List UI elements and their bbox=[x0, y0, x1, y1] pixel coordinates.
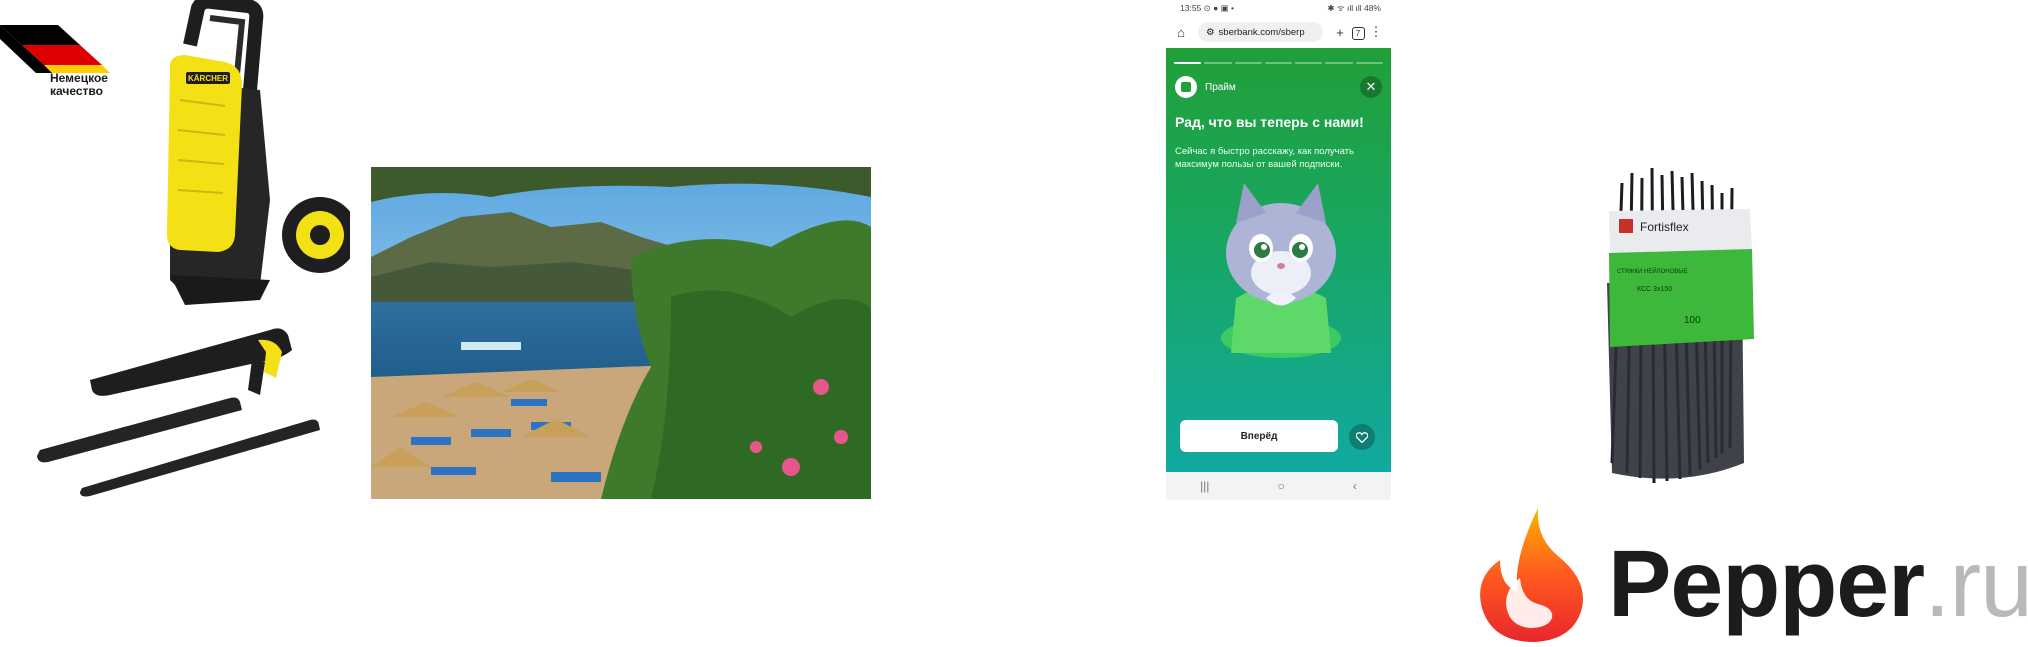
story-subtitle: Сейчас я быстро расскажу, как получать м… bbox=[1175, 146, 1354, 170]
pepper-flame-logo bbox=[1478, 508, 1588, 642]
url-text: sberbank.com/sberp bbox=[1218, 26, 1305, 38]
back-icon[interactable]: ‹ bbox=[1353, 479, 1357, 493]
story-brand: Прайм bbox=[1175, 76, 1236, 98]
pepper-tld: .ru bbox=[1924, 531, 2028, 637]
address-bar[interactable]: ⚙ sberbank.com/sberp bbox=[1198, 22, 1323, 42]
cable-ties-illustration: Fortisflex СТЯЖКИ НЕЙЛОНОВЫЕ КСС 3x150 1… bbox=[1607, 167, 1754, 484]
story-progress-segment bbox=[1295, 62, 1323, 64]
pepper-wordmark[interactable]: Pepper.ru bbox=[1608, 534, 2028, 634]
ties-count: 100 bbox=[1684, 315, 1701, 326]
tab-count: 7 bbox=[1351, 27, 1365, 40]
brand-label: KÄRCHER bbox=[188, 74, 228, 83]
story-title: Рад, что вы теперь с нами! bbox=[1175, 114, 1364, 130]
ties-brand: Fortisflex bbox=[1640, 220, 1689, 234]
recent-apps-icon[interactable]: ||| bbox=[1200, 479, 1209, 493]
phone-screenshot: 13:55 ⊙ ● ▣ • ✱ ᯤ ıll ıll 48% ⌂ ⚙ sberba… bbox=[1166, 0, 1391, 500]
pepper-name: Pepper bbox=[1608, 531, 1925, 637]
story-progress-segment bbox=[1234, 62, 1262, 64]
home-button-icon[interactable]: ○ bbox=[1278, 479, 1285, 493]
android-nav-bar: ||| ○ ‹ bbox=[1166, 472, 1391, 500]
story-progress-segment bbox=[1355, 62, 1383, 64]
cat-mascot-illustration bbox=[1221, 183, 1341, 358]
pressure-washer-image[interactable]: KÄRCHER bbox=[20, 0, 358, 500]
story-brand-name: Прайм bbox=[1205, 81, 1236, 93]
status-right: ✱ ᯤ ıll ıll 48% bbox=[1327, 2, 1381, 13]
status-time: 13:55 ⊙ ● ▣ • bbox=[1180, 2, 1235, 13]
ties-size: КСС 3x150 bbox=[1637, 286, 1672, 293]
story-progress bbox=[1174, 62, 1383, 64]
beach-photo[interactable] bbox=[371, 167, 871, 499]
story-progress-segment bbox=[1264, 62, 1293, 64]
next-button[interactable]: Вперёд bbox=[1180, 420, 1338, 452]
prime-logo-icon bbox=[1175, 76, 1197, 98]
flame-icon bbox=[1480, 508, 1583, 642]
browser-menu-icon[interactable]: ⋮ bbox=[1367, 24, 1385, 40]
new-tab-icon[interactable]: + bbox=[1331, 25, 1349, 40]
status-bar: 13:55 ⊙ ● ▣ • ✱ ᯤ ıll ıll 48% bbox=[1166, 0, 1391, 16]
home-icon[interactable]: ⌂ bbox=[1172, 25, 1190, 40]
close-icon[interactable]: ✕ bbox=[1360, 76, 1382, 98]
story-progress-segment bbox=[1325, 62, 1353, 64]
site-settings-icon[interactable]: ⚙ bbox=[1206, 27, 1215, 38]
story-panel: Прайм ✕ Рад, что вы теперь с нами! Сейча… bbox=[1166, 48, 1391, 472]
browser-toolbar: ⌂ ⚙ sberbank.com/sberp + 7 ⋮ bbox=[1166, 16, 1391, 48]
story-progress-segment bbox=[1174, 62, 1202, 64]
tab-switcher-button[interactable]: 7 bbox=[1349, 24, 1367, 40]
favorite-button[interactable] bbox=[1349, 424, 1375, 450]
story-progress-segment bbox=[1204, 62, 1232, 64]
beach-scene-image bbox=[371, 167, 871, 499]
pressure-washer-illustration: KÄRCHER bbox=[37, 0, 358, 497]
heart-icon bbox=[1356, 431, 1368, 443]
cable-ties-image[interactable]: Fortisflex СТЯЖКИ НЕЙЛОНОВЫЕ КСС 3x150 1… bbox=[1412, 163, 1917, 498]
ties-label: СТЯЖКИ НЕЙЛОНОВЫЕ bbox=[1617, 267, 1688, 275]
